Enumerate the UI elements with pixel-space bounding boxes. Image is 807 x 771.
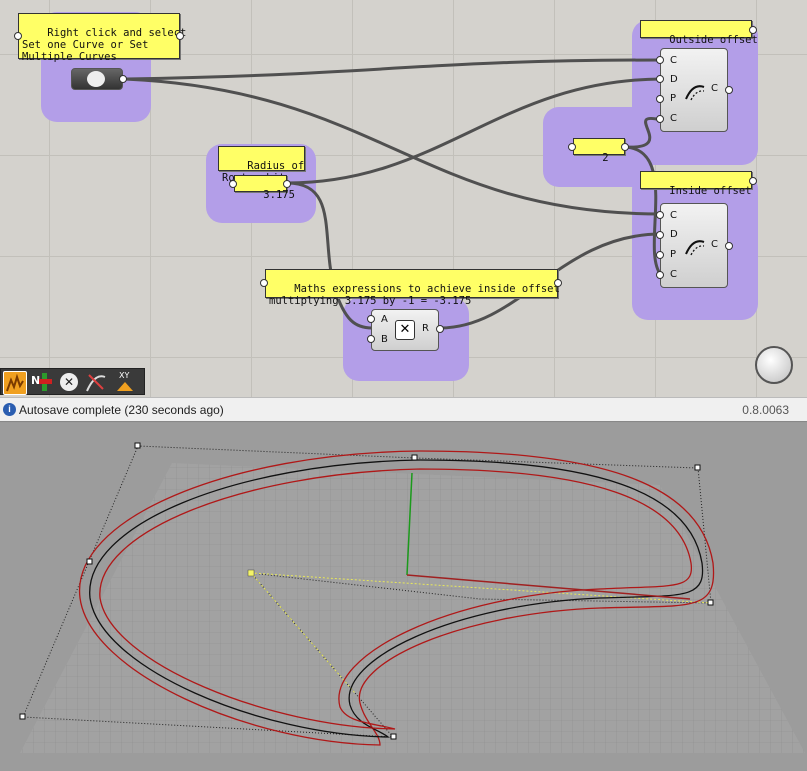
radius-input-grip[interactable] <box>229 180 237 188</box>
inside-input-c2: C <box>670 269 677 280</box>
inside-input-c: C <box>670 210 677 221</box>
multiply-output-r: R <box>422 323 429 334</box>
outside-input-p: P <box>670 93 677 104</box>
xy-plane-icon[interactable]: XY <box>114 371 136 393</box>
multiply-b-grip[interactable] <box>367 335 375 343</box>
inside-offset-component[interactable]: C D P C C <box>660 203 728 288</box>
status-bar: i Autosave complete (230 seconds ago) 0.… <box>0 397 807 422</box>
outside-input-c: C <box>670 55 677 66</box>
outside-c-grip[interactable] <box>656 56 664 64</box>
multiply-input-a: A <box>381 314 388 325</box>
curve-param-icon <box>87 71 105 87</box>
rhino-viewport[interactable] <box>0 423 807 771</box>
cancel-icon[interactable]: ✕ <box>58 371 80 393</box>
inside-input-d: D <box>670 229 678 240</box>
outside-offset-label: Outside offset <box>640 20 758 46</box>
outside-d-grip[interactable] <box>656 75 664 83</box>
viewport-scene <box>19 442 805 753</box>
outside-output-grip[interactable] <box>725 86 733 94</box>
curve-tool-icon[interactable] <box>85 371 107 393</box>
multiply-icon: ✕ <box>395 320 415 340</box>
flame-icon[interactable] <box>3 371 27 395</box>
inside-output-grip[interactable] <box>725 242 733 250</box>
panel-output-grip[interactable] <box>176 32 184 40</box>
xy-icon-text: XY <box>119 371 130 380</box>
number-slider-icon[interactable]: N <box>30 371 52 393</box>
offset-curve-icon <box>685 240 705 256</box>
radius-value-text: 3.175 <box>263 189 295 201</box>
outside-c2-grip[interactable] <box>656 115 664 123</box>
outside-offset-component[interactable]: C D P C C <box>660 48 728 132</box>
distance-output-grip[interactable] <box>621 143 629 151</box>
status-message: Autosave complete (230 seconds ago) <box>19 403 224 417</box>
inside-label-grip[interactable] <box>749 177 757 185</box>
distance-value-panel[interactable]: 2 <box>573 138 625 164</box>
curve-instruction-panel[interactable]: Right click and select Set one Curve or … <box>18 13 186 63</box>
grasshopper-canvas[interactable]: Right click and select Set one Curve or … <box>0 0 807 397</box>
radius-label-panel: Radius of Router bit <box>218 146 305 184</box>
radius-output-grip[interactable] <box>283 180 291 188</box>
outside-label-grip[interactable] <box>749 26 757 34</box>
multiply-r-grip[interactable] <box>436 325 444 333</box>
inside-offset-label: Inside offset <box>640 171 752 197</box>
outside-output-c: C <box>711 83 718 94</box>
panel-input-grip[interactable] <box>14 32 22 40</box>
curve-output-grip[interactable] <box>119 75 127 83</box>
maths-note-panel: Maths expressions to achieve inside offs… <box>265 269 560 307</box>
multiply-component[interactable]: A B ✕ R <box>371 309 439 351</box>
outside-input-d: D <box>670 74 678 85</box>
inside-c2-grip[interactable] <box>656 271 664 279</box>
curve-instruction-text: Right click and select Set one Curve or … <box>22 27 187 63</box>
inside-d-grip[interactable] <box>656 231 664 239</box>
inside-offset-text: Inside offset <box>669 185 752 197</box>
outside-input-c2: C <box>670 113 677 124</box>
multiply-a-grip[interactable] <box>367 315 375 323</box>
maths-input-grip[interactable] <box>260 279 268 287</box>
canvas-toolbar: N ✕ XY <box>0 368 145 395</box>
inside-p-grip[interactable] <box>656 251 664 259</box>
distance-value-text: 2 <box>602 152 609 164</box>
inside-output-c: C <box>711 239 718 250</box>
outside-p-grip[interactable] <box>656 95 664 103</box>
radius-value-panel[interactable]: 3.175 <box>234 175 295 201</box>
inside-input-p: P <box>670 249 677 260</box>
inside-c-grip[interactable] <box>656 211 664 219</box>
navigation-widget-icon[interactable] <box>755 346 793 384</box>
maths-output-grip[interactable] <box>554 279 562 287</box>
curve-param-component[interactable] <box>71 68 123 90</box>
offset-curve-icon <box>685 85 705 101</box>
distance-input-grip[interactable] <box>568 143 576 151</box>
outside-offset-text: Outside offset <box>669 34 758 46</box>
info-icon: i <box>3 403 16 416</box>
version-label: 0.8.0063 <box>742 403 789 417</box>
multiply-input-b: B <box>381 334 388 345</box>
